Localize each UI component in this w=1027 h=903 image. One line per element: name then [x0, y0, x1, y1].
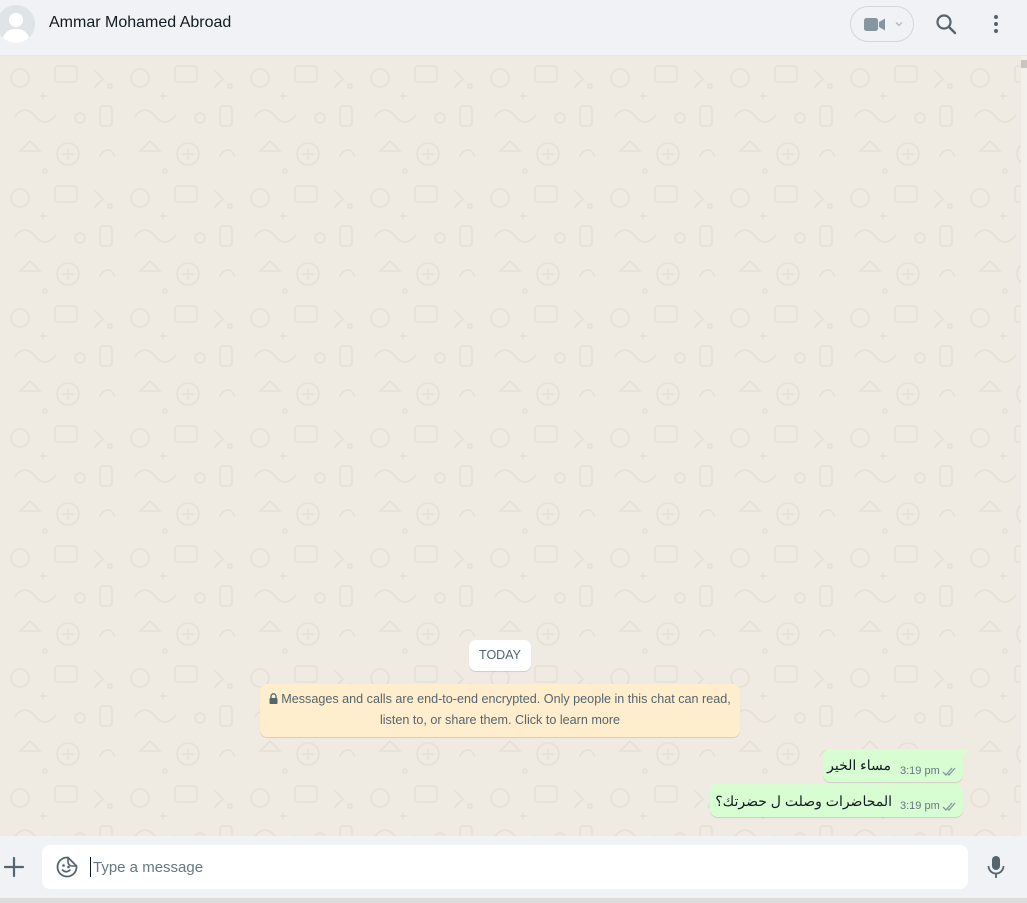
chat-header: Ammar Mohamed Abroad: [0, 0, 1027, 56]
emoji-button[interactable]: [56, 856, 78, 878]
bubble-tail: [960, 749, 970, 760]
contact-name[interactable]: Ammar Mohamed Abroad: [49, 14, 231, 32]
microphone-icon: [987, 856, 1005, 878]
chevron-down-icon: [895, 22, 903, 27]
search-icon: [936, 14, 957, 35]
video-call-button[interactable]: [850, 6, 914, 42]
menu-button[interactable]: [984, 12, 1008, 36]
window-bottom-edge: [0, 898, 1027, 903]
encryption-notice[interactable]: Messages and calls are end-to-end encryp…: [260, 684, 740, 737]
voice-message-button[interactable]: [985, 855, 1007, 879]
message-composer: [0, 836, 1027, 898]
double-check-icon: [942, 802, 956, 811]
lock-icon: [269, 693, 278, 704]
emoji-sticker-icon: [56, 856, 78, 878]
video-camera-icon: [864, 18, 885, 31]
double-check-icon: [942, 767, 956, 776]
encryption-notice-line1: Messages and calls are end-to-end encryp…: [281, 692, 731, 706]
outgoing-message[interactable]: المحاضرات وصلت ل حضرتك؟ 3:19 pm: [710, 784, 963, 817]
plus-icon: [3, 856, 25, 878]
encryption-notice-line2: listen to, or share them. Click to learn…: [379, 713, 621, 727]
text-cursor: [90, 857, 91, 877]
chat-scrollbar[interactable]: [1021, 56, 1027, 836]
search-button[interactable]: [934, 12, 958, 36]
message-text: مساء الخير: [827, 757, 891, 773]
default-avatar-icon[interactable]: [0, 5, 35, 43]
attach-button[interactable]: [3, 856, 25, 878]
message-time: 3:19 pm: [900, 765, 940, 777]
scrollbar-thumb[interactable]: [1021, 60, 1027, 68]
day-divider: TODAY: [469, 640, 531, 671]
message-input-box[interactable]: [42, 845, 968, 889]
chat-messages-pane[interactable]: TODAY Messages and calls are end-to-end …: [0, 56, 1021, 836]
vertical-dots-icon: [994, 15, 998, 33]
message-time: 3:19 pm: [900, 800, 940, 812]
outgoing-message[interactable]: مساء الخير 3:19 pm: [823, 749, 963, 782]
message-input[interactable]: [92, 845, 953, 889]
message-text: المحاضرات وصلت ل حضرتك؟: [715, 793, 892, 809]
